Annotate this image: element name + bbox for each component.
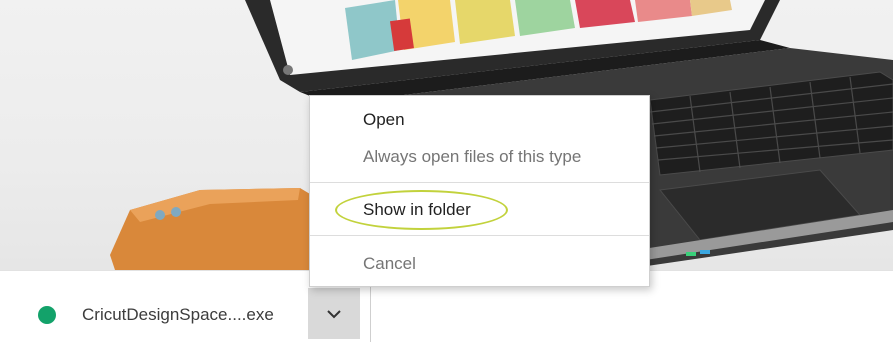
chevron-down-icon xyxy=(327,309,341,318)
menu-item-always-open[interactable]: Always open files of this type xyxy=(310,141,649,173)
shelf-divider xyxy=(370,285,371,342)
menu-separator xyxy=(310,235,649,236)
menu-item-show-in-folder[interactable]: Show in folder xyxy=(310,194,649,226)
download-context-menu: Open Always open files of this type Show… xyxy=(309,95,650,287)
menu-item-open[interactable]: Open xyxy=(310,104,649,136)
menu-item-cancel[interactable]: Cancel xyxy=(310,248,649,280)
download-status-icon xyxy=(38,306,56,324)
download-filename[interactable]: CricutDesignSpace....exe xyxy=(82,305,274,325)
menu-separator xyxy=(310,182,649,183)
download-menu-button[interactable] xyxy=(308,288,360,339)
